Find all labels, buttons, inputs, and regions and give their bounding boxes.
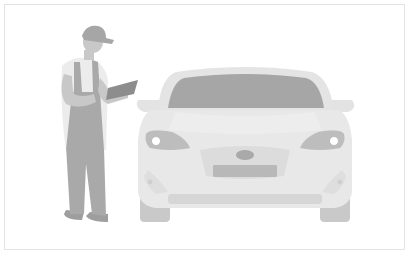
illustration-card	[0, 0, 409, 254]
car-icon	[136, 67, 355, 222]
mechanic-inspecting-car-illustration	[61, 25, 355, 222]
mechanic-person-icon	[61, 25, 138, 222]
